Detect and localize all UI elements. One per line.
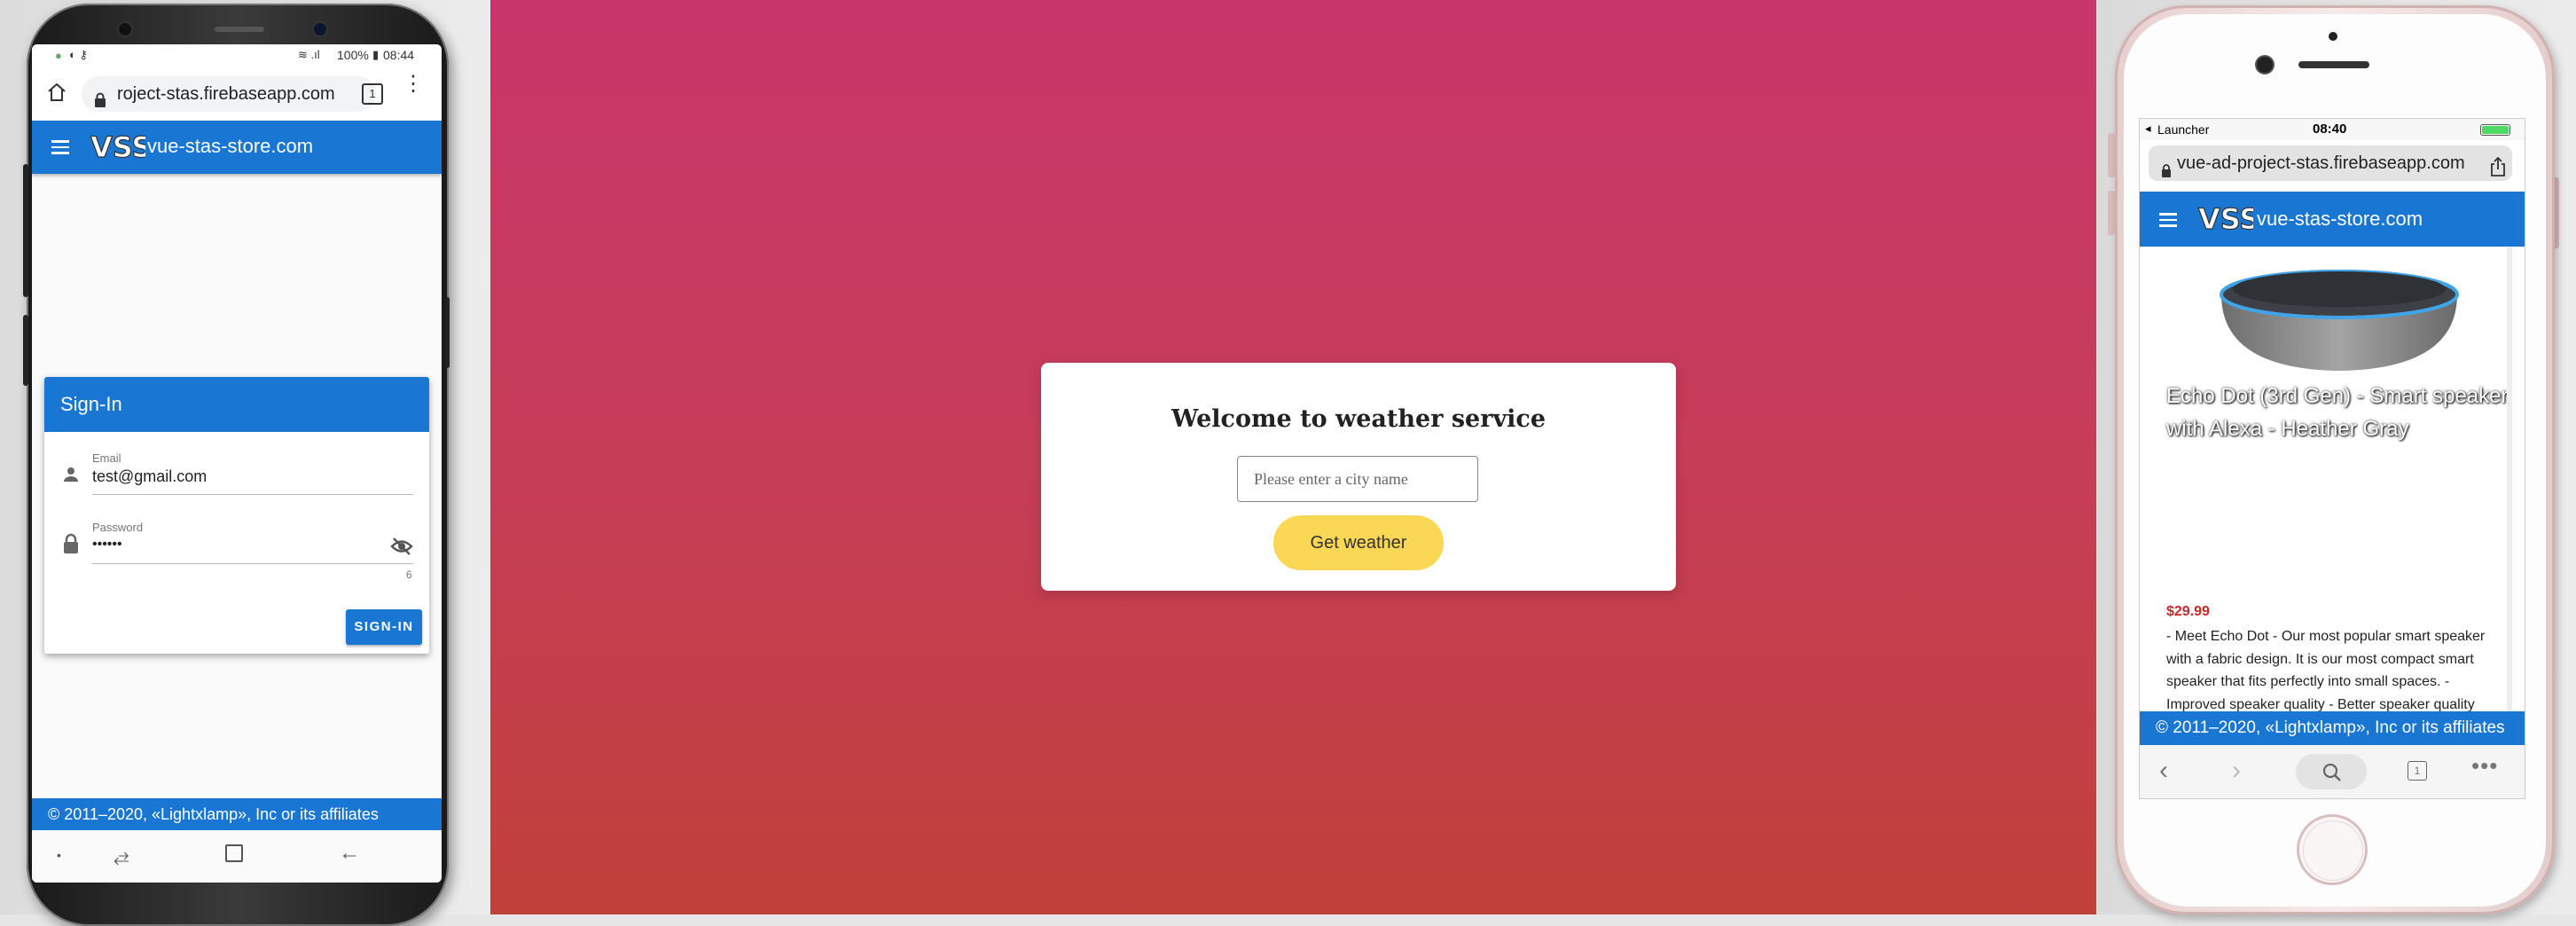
password-field[interactable]: •••••• [92, 537, 122, 553]
android-volume-button [23, 164, 28, 297]
ios-status-bar: ◂ Launcher 08:40 [2140, 119, 2525, 140]
home-icon[interactable] [46, 82, 67, 107]
iphone-screen: ◂ Launcher 08:40 vue-ad-project-stas.fir… [2139, 118, 2525, 799]
signin-title: Sign-In [60, 393, 122, 415]
tabs-count-button[interactable]: 1 [362, 83, 383, 105]
android-speaker [215, 27, 264, 32]
launcher-label[interactable]: Launcher [2157, 122, 2209, 137]
app-toolbar: VSS vue-stas-store.com [2140, 192, 2525, 247]
tabs-button[interactable]: 1 [2408, 761, 2427, 781]
battery-icon: ▮ [372, 48, 380, 61]
get-weather-button[interactable]: Get weather [1273, 515, 1444, 570]
status-time: 08:44 [383, 48, 415, 62]
brand-title[interactable]: vue-stas-store.com [2257, 208, 2423, 231]
weather-card: Welcome to weather service Get weather [1041, 363, 1676, 591]
signin-button[interactable]: SIGN-IN [346, 609, 422, 645]
android-robot-icon: ● [55, 49, 62, 62]
iphone-volume-up [2108, 133, 2115, 177]
android-bixby-button [23, 315, 28, 386]
iphone-volume-down [2108, 191, 2115, 235]
back-chevron-icon[interactable]: ‹ [2159, 756, 2168, 786]
signin-header: Sign-In [44, 377, 429, 432]
email-field[interactable]: test@gmail.com [92, 467, 207, 486]
browser-address-bar: roject-stas.firebaseapp.com 1 ⋮ [32, 67, 442, 122]
key-icon: ◐ ⚷ [69, 48, 88, 61]
lock-icon [2161, 155, 2172, 191]
echo-dot-image[interactable] [2204, 255, 2475, 380]
android-power-button [445, 297, 450, 368]
battery-percent: 100% [337, 48, 369, 62]
safari-url-bar[interactable]: vue-ad-project-stas.firebaseapp.com [2149, 145, 2512, 181]
more-icon[interactable]: ••• [2471, 752, 2498, 780]
android-screen: ● ◐ ⚷ ≋ .ıl 100% ▮ 08:44 roject-stas.fir… [32, 44, 442, 883]
url-field[interactable]: roject-stas.firebaseapp.com [82, 76, 376, 112]
brand-title[interactable]: vue-stas-store.com [147, 135, 313, 158]
back-to-app-icon[interactable]: ◂ [2145, 122, 2151, 136]
back-arrow-icon[interactable]: ← [339, 841, 360, 866]
android-status-bar: ● ◐ ⚷ ≋ .ıl 100% ▮ 08:44 [32, 44, 442, 67]
share-icon[interactable] [2489, 153, 2507, 189]
app-footer: © 2011–2020, «Lightxlamp», Inc or its af… [2140, 711, 2525, 745]
svg-text:VSS: VSS [2198, 202, 2253, 236]
forward-chevron-icon[interactable]: › [2232, 756, 2241, 786]
search-button[interactable] [2296, 754, 2367, 789]
svg-text:VSS: VSS [90, 130, 145, 164]
battery-icon [2480, 124, 2510, 136]
app-footer: © 2011–2020, «Lightxlamp», Inc or its af… [32, 798, 442, 830]
iphone-earpiece [2298, 61, 2369, 68]
ios-time: 08:40 [2313, 122, 2347, 137]
home-square-icon[interactable] [225, 844, 243, 862]
iphone-home-button[interactable] [2297, 814, 2368, 885]
android-nav-bar: • ⥄ ← [32, 830, 442, 883]
safari-toolbar: ‹ › 1 ••• [2140, 745, 2525, 798]
android-camera [119, 23, 131, 35]
footer-text: © 2011–2020, «Lightxlamp», Inc or its af… [48, 805, 379, 823]
visibility-off-icon[interactable] [390, 537, 413, 561]
password-counter: 6 [406, 569, 412, 581]
iphone-front-camera [2257, 57, 2273, 73]
scroll-track[interactable] [2507, 247, 2512, 711]
product-price: $29.99 [2166, 604, 2210, 619]
menu-icon[interactable] [51, 137, 69, 158]
more-vert-icon[interactable]: ⋮ [403, 74, 424, 95]
url-text: roject-stas.firebaseapp.com [117, 84, 335, 104]
url-text: vue-ad-project-stas.firebaseapp.com [2177, 153, 2465, 173]
vss-logo[interactable]: VSS [89, 127, 153, 166]
recent-apps-icon[interactable]: ⥄ [114, 844, 129, 867]
weather-title: Welcome to weather service [1171, 405, 1546, 433]
app-toolbar: VSS vue-stas-store.com [32, 121, 442, 174]
email-label: Email [92, 451, 121, 465]
iphone-front-sensor [2329, 32, 2337, 41]
email-underline [92, 494, 413, 495]
city-input[interactable] [1237, 456, 1478, 502]
menu-icon[interactable] [2159, 209, 2177, 231]
vss-logo[interactable]: VSS [2196, 199, 2260, 238]
person-icon [62, 466, 80, 488]
signin-card: Sign-In Email test@gmail.com Password ••… [44, 377, 429, 654]
assistant-dot-icon[interactable]: • [57, 848, 61, 862]
wifi-signal-icon: ≋ .ıl [298, 48, 320, 61]
product-title[interactable]: Echo Dot (3rd Gen) - Smart speaker with … [2166, 380, 2521, 445]
lock-icon [94, 85, 106, 121]
android-sensor [314, 23, 326, 35]
footer-text: © 2011–2020, «Lightxlamp», Inc or its af… [2156, 718, 2505, 737]
lock-field-icon [62, 533, 80, 559]
password-label: Password [92, 521, 144, 534]
password-underline [92, 563, 413, 564]
